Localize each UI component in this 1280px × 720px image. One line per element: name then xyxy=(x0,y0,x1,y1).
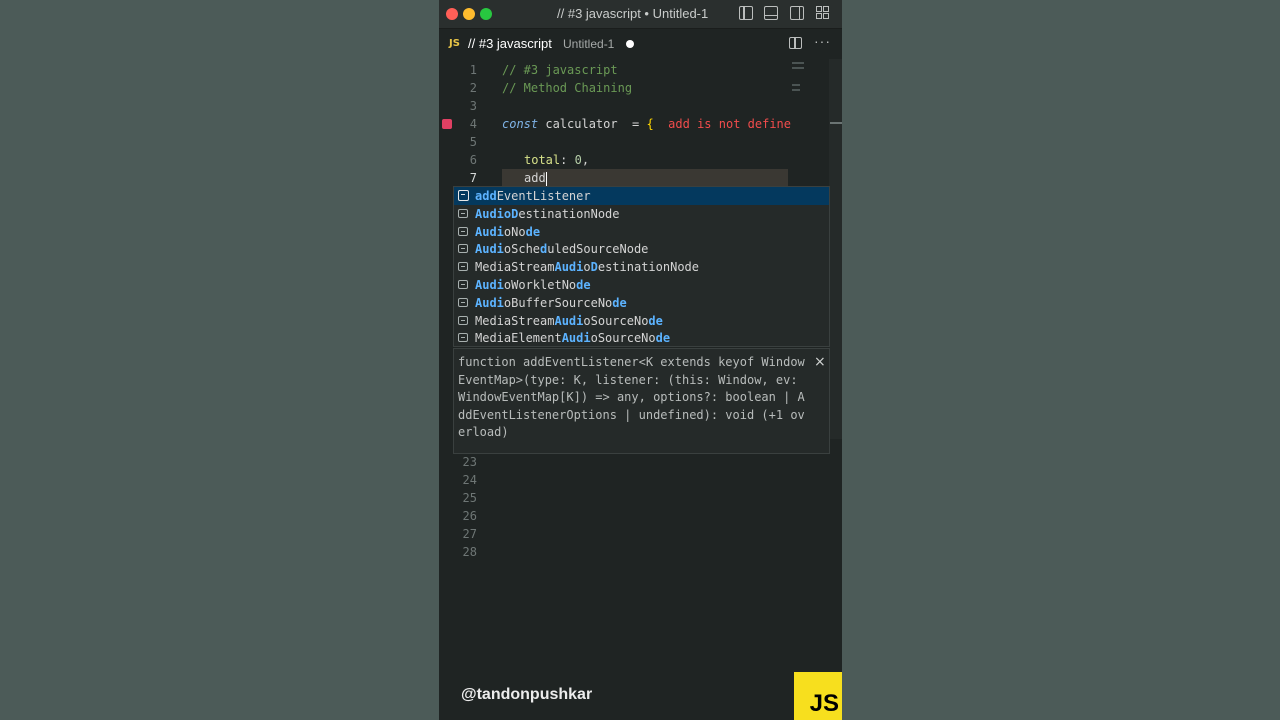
toggle-panel-icon[interactable] xyxy=(764,6,778,20)
doc-text: EventMap>(type: K, listener: (this: Wind… xyxy=(458,372,798,387)
line-number: 2 xyxy=(469,81,477,95)
creator-handle: @tandonpushkar xyxy=(461,686,593,703)
split-editor-icon[interactable] xyxy=(789,37,802,49)
code-line[interactable]: 28 xyxy=(439,543,829,561)
suggestion-item[interactable]: MediaStreamAudioSourceNode xyxy=(454,312,829,330)
line-code: // Method Chaining xyxy=(502,81,633,95)
class-icon xyxy=(458,333,468,343)
minimize-window-button[interactable] xyxy=(463,8,475,20)
js-logo: JS xyxy=(794,672,842,720)
class-icon xyxy=(458,280,468,289)
method-icon xyxy=(458,190,469,201)
suggestion-item[interactable]: AudioWorkletNode xyxy=(454,276,829,294)
suggestion-label: addEventListener xyxy=(475,189,591,203)
code-line[interactable]: 3 xyxy=(439,97,829,115)
js-logo-text: JS xyxy=(809,690,839,717)
code-line[interactable]: 6 total: 0, xyxy=(439,151,829,169)
autocomplete-widget[interactable]: addEventListener AudioDestinationNode Audi… xyxy=(453,186,830,347)
class-icon xyxy=(458,262,468,272)
suggestion-item[interactable]: AudioBufferSourceNode xyxy=(454,294,829,312)
doc-text: function addEventListener<K extends keyo… xyxy=(458,355,805,369)
class-icon xyxy=(458,315,468,325)
line-number: 1 xyxy=(469,63,477,77)
code-line[interactable]: 27 xyxy=(439,525,829,543)
line-number: 28 xyxy=(462,545,477,559)
code-line[interactable]: 4 const calculator = { add is not define xyxy=(439,115,829,133)
doc-text: WindowEventMap[K]) => any, options?: boo… xyxy=(458,390,805,405)
suggestion-item[interactable]: MediaStreamAudioDestinationNode xyxy=(454,258,829,276)
class-icon xyxy=(458,226,468,236)
customize-layout-icon[interactable] xyxy=(816,6,830,20)
suggestion-item[interactable]: AudioDestinationNode xyxy=(454,205,829,223)
suggestion-label: AudioScheduledSourceNode xyxy=(475,242,649,257)
unsaved-dot-icon[interactable] xyxy=(626,40,634,48)
code-line-active[interactable]: 7 add xyxy=(439,169,829,187)
suggestion-label: AudioWorkletNode xyxy=(475,278,591,292)
suggestion-item[interactable]: MediaElementAudioSourceNode xyxy=(454,329,829,347)
editor-scrollbar[interactable] xyxy=(829,59,842,439)
suggestion-details: function addEventListener<K extends keyo… xyxy=(453,348,830,454)
line-number: 3 xyxy=(469,99,477,113)
toggle-secondary-sidebar-icon[interactable] xyxy=(790,6,804,20)
window-title: // #3 javascript • Untitled-1 xyxy=(557,6,709,21)
suggestion-label: AudioDestinationNode xyxy=(475,206,620,221)
code-line[interactable]: 25 xyxy=(439,489,829,507)
suggestion-label: AudioNode xyxy=(475,224,541,239)
suggestion-label: MediaStreamAudioDestinationNode xyxy=(475,260,700,275)
suggestion-item[interactable]: AudioNode xyxy=(454,223,829,241)
tab-filename[interactable]: Untitled-1 xyxy=(563,37,614,51)
line-number: 4 xyxy=(469,117,477,131)
class-icon xyxy=(458,297,468,307)
code-line[interactable]: 24 xyxy=(439,471,829,489)
suggestion-item[interactable]: AudioScheduledSourceNode xyxy=(454,240,829,258)
zoom-window-button[interactable] xyxy=(480,8,492,20)
line-number: 24 xyxy=(462,473,477,487)
text-cursor xyxy=(545,171,547,186)
more-actions-icon[interactable]: ··· xyxy=(814,33,831,49)
suggestion-label: MediaStreamAudioSourceNode xyxy=(475,313,663,328)
doc-text: ddEventListenerOptions | undefined): voi… xyxy=(458,407,805,422)
code-line[interactable]: 23 xyxy=(439,453,829,471)
tab-bar: JS // #3 javascript Untitled-1 ··· xyxy=(439,29,842,59)
suggestion-label: AudioBufferSourceNode xyxy=(475,295,627,310)
code-line[interactable]: 1 // #3 javascript xyxy=(439,61,829,79)
suggestion-item[interactable]: addEventListener xyxy=(454,187,829,205)
line-number: 6 xyxy=(469,153,477,167)
class-icon xyxy=(458,244,468,254)
line-code: const calculator = { add is not define xyxy=(502,117,792,131)
scrollbar-marker xyxy=(830,122,842,124)
line-number: 26 xyxy=(462,509,477,523)
tab-title[interactable]: // #3 javascript xyxy=(468,36,552,51)
code-line[interactable]: 26 xyxy=(439,507,829,525)
code-line[interactable]: 5 xyxy=(439,133,829,151)
doc-text: erload) xyxy=(458,425,509,440)
line-number: 25 xyxy=(462,491,477,505)
title-bar: // #3 javascript • Untitled-1 xyxy=(439,0,842,29)
inline-error: add is not define xyxy=(653,117,792,131)
toggle-primary-sidebar-icon[interactable] xyxy=(739,6,753,20)
close-details-icon[interactable]: × xyxy=(814,354,826,370)
suggestion-label: MediaElementAudioSourceNode xyxy=(475,331,671,346)
line-code: add xyxy=(524,171,547,186)
javascript-file-icon: JS xyxy=(449,38,460,49)
line-number: 5 xyxy=(469,135,477,149)
class-icon xyxy=(458,208,468,218)
code-line[interactable]: 2 // Method Chaining xyxy=(439,79,829,97)
line-number: 27 xyxy=(462,527,477,541)
close-window-button[interactable] xyxy=(446,8,458,20)
line-number: 7 xyxy=(469,171,477,185)
line-code: // #3 javascript xyxy=(502,63,618,77)
line-number: 23 xyxy=(462,455,477,469)
line-code: total: 0, xyxy=(524,153,590,167)
